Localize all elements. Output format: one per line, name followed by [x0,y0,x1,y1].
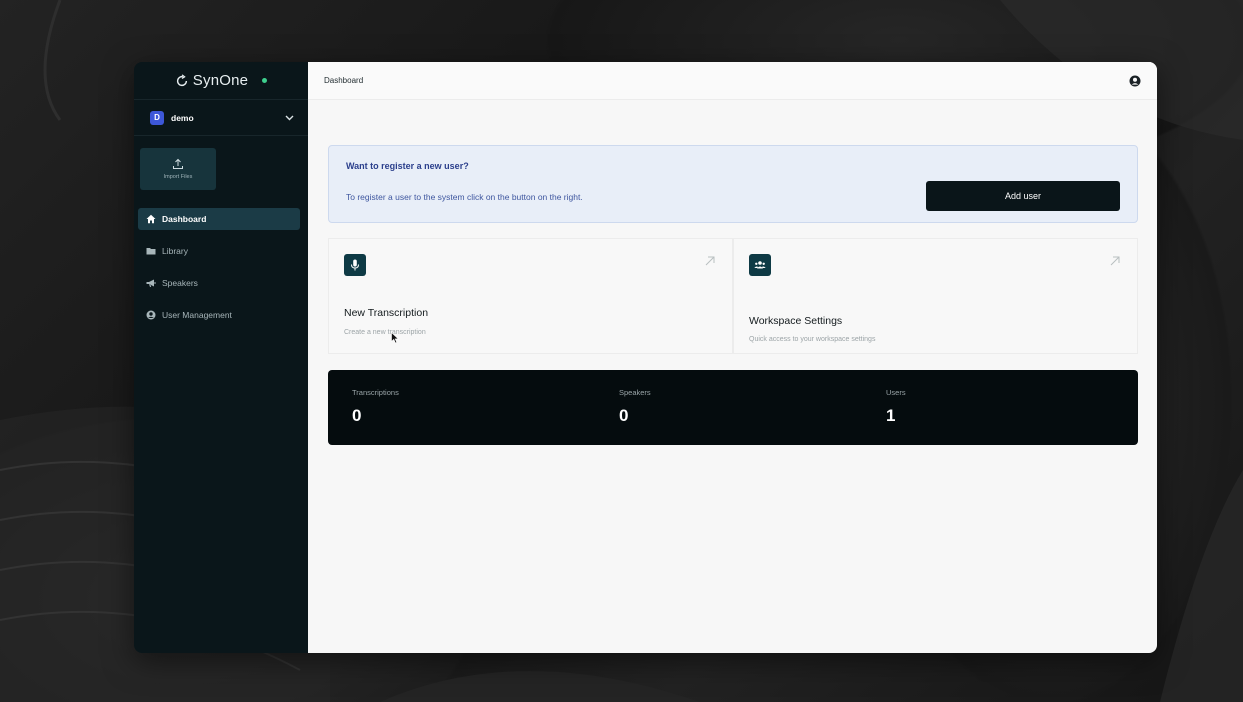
stat-value: 1 [886,406,896,425]
stat-transcriptions: Transcriptions 0 [352,388,399,426]
new-transcription-card[interactable]: New Transcription Create a new transcrip… [328,238,733,354]
register-user-banner: Want to register a new user? To register… [328,145,1138,223]
users-icon [749,254,771,276]
arrow-up-right-icon [705,256,715,266]
card-subtitle: Create a new transcription [344,329,426,336]
sidebar-item-label: Library [162,246,188,256]
arrow-up-right-icon [1110,256,1120,266]
card-title: New Transcription [344,307,429,319]
home-icon [146,214,156,224]
microphone-icon [344,254,366,276]
refresh-logo-icon [176,73,187,86]
chevron-down-icon [285,115,294,120]
stat-value: 0 [619,406,629,425]
add-user-button[interactable]: Add user [926,181,1120,211]
import-files-label: Import Files [163,174,193,180]
sidebar-item-label: Dashboard [162,214,207,224]
workspace-selector[interactable]: D demo [134,100,308,136]
page-title: Dashboard [324,76,364,85]
sidebar-item-label: Speakers [162,278,198,288]
status-dot [262,78,268,83]
user-circle-icon[interactable] [1129,75,1141,87]
sidebar-nav: Dashboard Library Speakers User Manageme… [138,208,300,336]
stat-speakers: Speakers 0 [619,388,651,426]
sidebar: SynOne D demo Import Files Dashboard Lib… [134,62,308,653]
card-title: Workspace Settings [749,315,843,327]
sidebar-item-user-management[interactable]: User Management [138,304,300,326]
user-circle-icon [146,310,156,320]
upload-icon [173,158,183,169]
card-subtitle: Quick access to your workspace settings [749,336,876,343]
stat-label: Transcriptions [352,388,399,397]
logo-text: SynOne [192,72,249,89]
stat-users: Users 1 [886,388,906,426]
logo[interactable]: SynOne [134,62,308,100]
main-content: Dashboard Want to register a new user? T… [308,62,1157,653]
sidebar-item-dashboard[interactable]: Dashboard [138,208,300,230]
app-window: SynOne D demo Import Files Dashboard Lib… [134,62,1157,653]
banner-text: To register a user to the system click o… [346,192,583,202]
megaphone-icon [146,279,156,287]
workspace-settings-card[interactable]: Workspace Settings Quick access to your … [733,238,1138,354]
top-bar: Dashboard [308,62,1157,100]
workspace-name: demo [171,112,194,123]
mouse-cursor-icon [391,332,399,344]
stats-panel: Transcriptions 0 Speakers 0 Users 1 [328,370,1138,445]
stat-label: Speakers [619,388,651,397]
import-files-button[interactable]: Import Files [140,148,216,190]
banner-title: Want to register a new user? [346,161,469,171]
stat-label: Users [886,388,906,397]
sidebar-item-speakers[interactable]: Speakers [138,272,300,294]
workspace-avatar: D [150,110,164,125]
folder-icon [146,248,156,255]
stat-value: 0 [352,406,362,425]
sidebar-item-label: User Management [162,310,232,320]
sidebar-item-library[interactable]: Library [138,240,300,262]
